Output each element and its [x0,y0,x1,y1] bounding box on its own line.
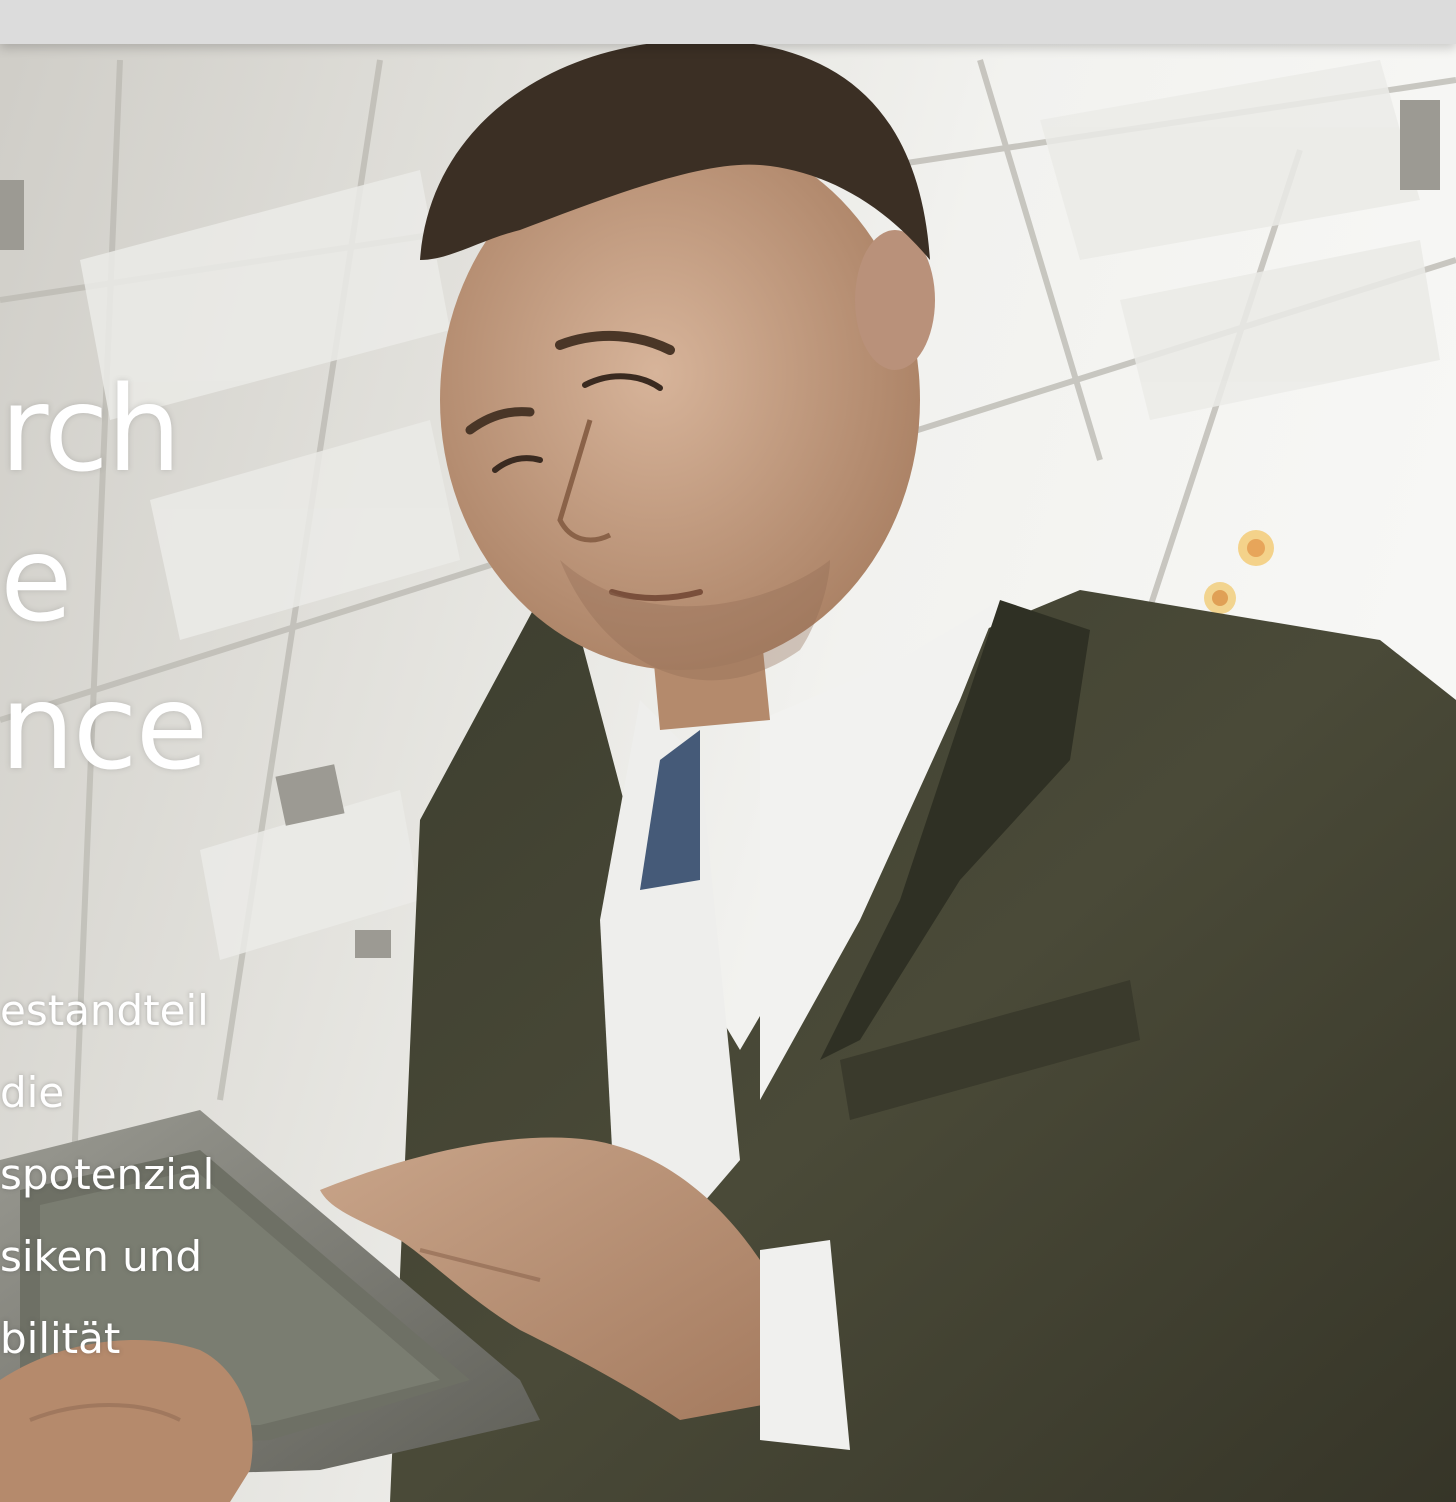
headline-line-1: rch [0,360,182,498]
body-text-line-2: die [0,1068,65,1117]
body-text-line-4: siken und [0,1232,203,1281]
body-text-line-3: spotenzial [0,1150,215,1199]
top-bar [0,0,1456,44]
body-text-line-5: bilität [0,1314,121,1363]
hero-photo [0,0,1456,1502]
headline-line-2: e [0,510,73,648]
body-text-line-1: estandteil [0,986,209,1035]
headline-line-3: nce [0,658,208,796]
